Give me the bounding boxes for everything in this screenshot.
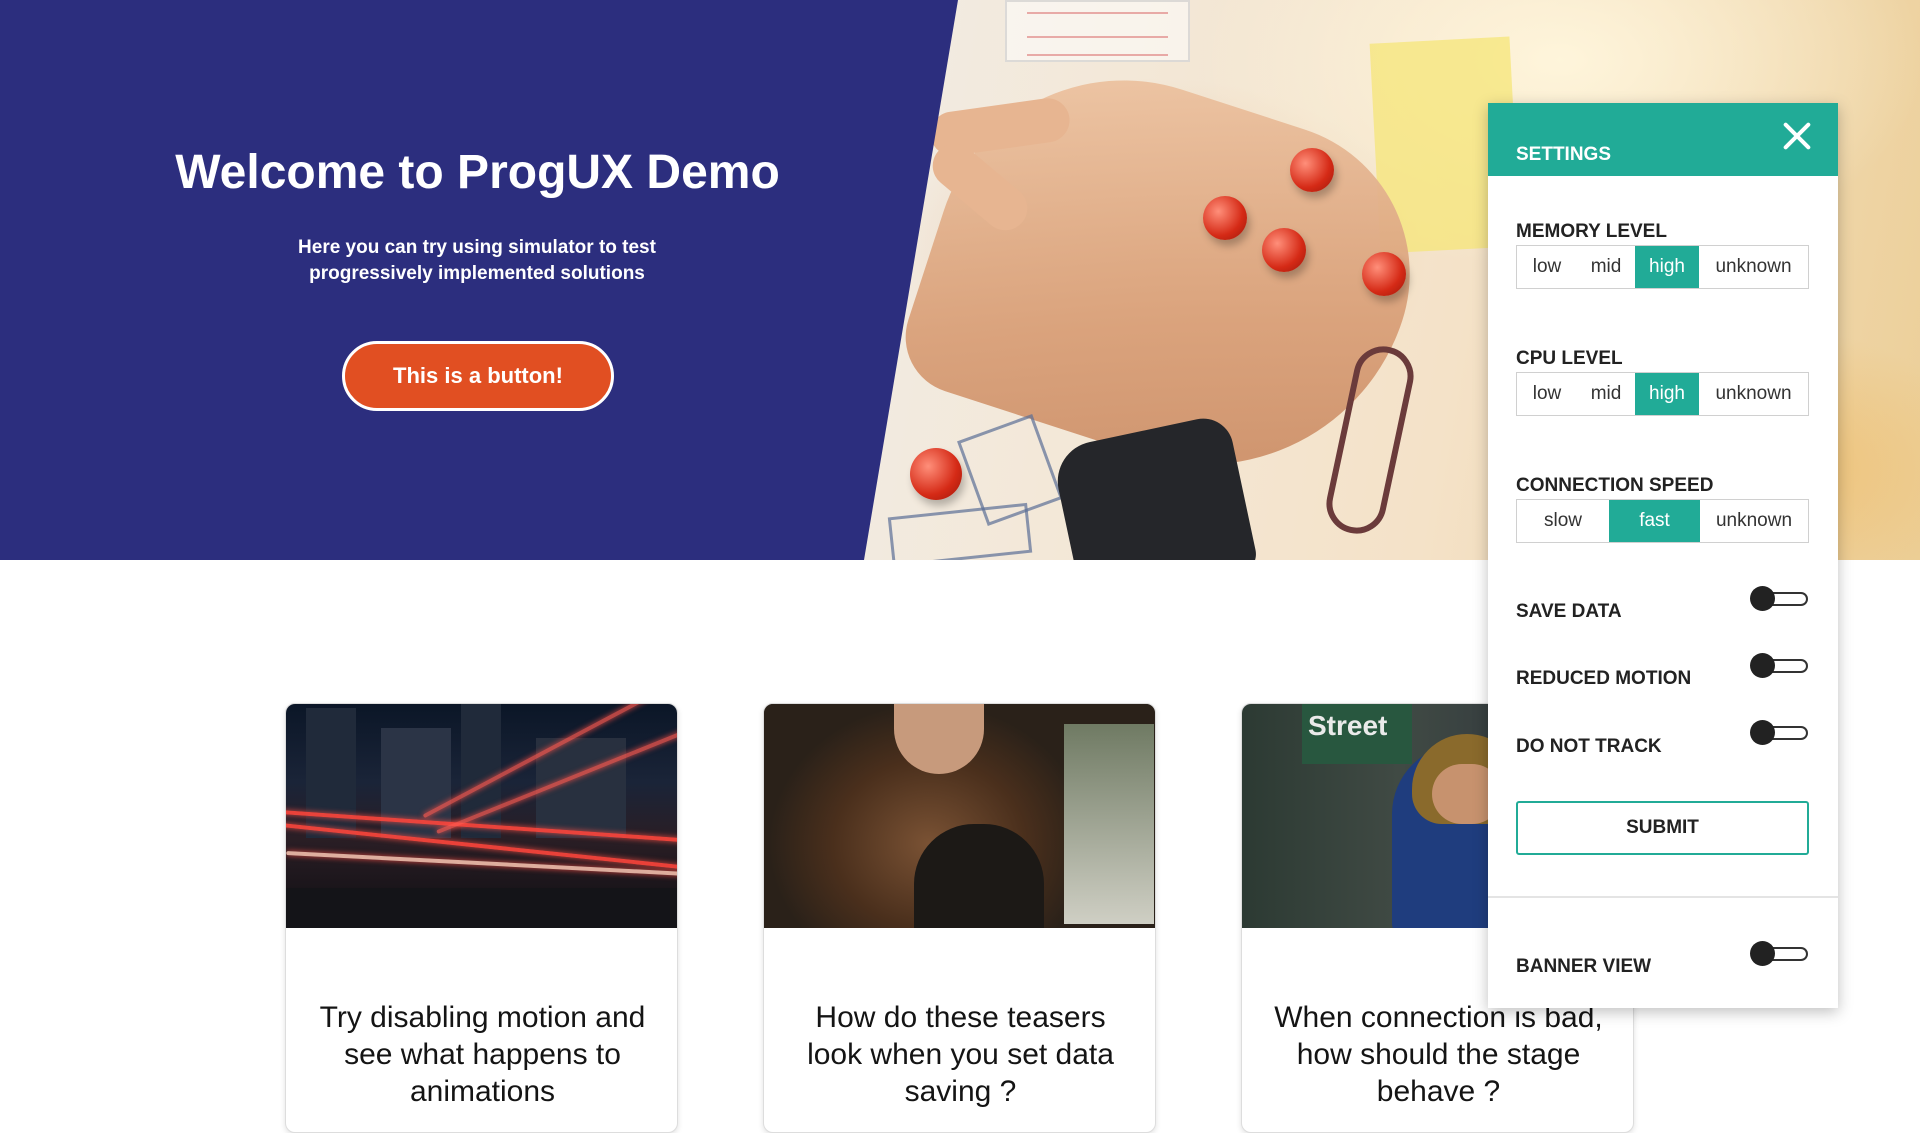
memory-option-unknown[interactable]: unknown bbox=[1699, 246, 1808, 288]
reduced-motion-label: REDUCED MOTION bbox=[1516, 668, 1692, 689]
hero-panel: Welcome to ProgUX Demo Here you can try … bbox=[0, 0, 958, 560]
teaser-card[interactable]: Try disabling motion and see what happen… bbox=[285, 703, 678, 1133]
close-icon[interactable] bbox=[1778, 117, 1816, 155]
red-magnet bbox=[1290, 148, 1334, 192]
memory-level-selector: low mid high unknown bbox=[1516, 245, 1809, 289]
memory-option-high[interactable]: high bbox=[1635, 246, 1699, 288]
hero-cta-button[interactable]: This is a button! bbox=[342, 341, 614, 411]
settings-header: SETTINGS bbox=[1488, 103, 1838, 176]
submit-button[interactable]: SUBMIT bbox=[1516, 801, 1809, 855]
save-data-label: SAVE DATA bbox=[1516, 601, 1622, 622]
cpu-level-label: CPU LEVEL bbox=[1516, 348, 1623, 369]
cpu-level-selector: low mid high unknown bbox=[1516, 372, 1809, 416]
card-title: Try disabling motion and see what happen… bbox=[319, 1001, 646, 1108]
banner-view-label: BANNER VIEW bbox=[1516, 956, 1652, 977]
connection-option-fast[interactable]: fast bbox=[1609, 500, 1700, 542]
red-magnet bbox=[1262, 228, 1306, 272]
hero-title: Welcome to ProgUX Demo bbox=[175, 146, 780, 199]
banner-view-toggle[interactable] bbox=[1750, 940, 1810, 966]
card-title: When connection is bad, how should the s… bbox=[1274, 1001, 1603, 1108]
cpu-option-mid[interactable]: mid bbox=[1577, 373, 1635, 415]
card-title: How do these teasers look when you set d… bbox=[807, 1001, 1114, 1108]
memory-option-mid[interactable]: mid bbox=[1577, 246, 1635, 288]
sketch-box bbox=[887, 502, 1033, 560]
save-data-toggle[interactable] bbox=[1750, 585, 1810, 611]
reduced-motion-toggle[interactable] bbox=[1750, 652, 1810, 678]
connection-option-unknown[interactable]: unknown bbox=[1700, 500, 1808, 542]
connection-speed-selector: slow fast unknown bbox=[1516, 499, 1809, 543]
do-not-track-label: DO NOT TRACK bbox=[1516, 736, 1662, 757]
memory-option-low[interactable]: low bbox=[1517, 246, 1577, 288]
hero-subtitle: Here you can try using simulator to test… bbox=[298, 237, 656, 284]
settings-title: SETTINGS bbox=[1516, 144, 1612, 165]
settings-panel: SETTINGS MEMORY LEVEL low mid high unkno… bbox=[1488, 103, 1838, 1008]
whiteboard-note bbox=[1005, 0, 1190, 62]
cpu-option-low[interactable]: low bbox=[1517, 373, 1577, 415]
do-not-track-toggle[interactable] bbox=[1750, 719, 1810, 745]
divider bbox=[1488, 896, 1838, 898]
memory-level-label: MEMORY LEVEL bbox=[1516, 221, 1667, 242]
red-magnet bbox=[910, 448, 962, 500]
curly-hair-woman-photo bbox=[764, 704, 1155, 928]
connection-speed-label: CONNECTION SPEED bbox=[1516, 475, 1714, 496]
city-light-trails-photo bbox=[286, 704, 677, 928]
cpu-option-high[interactable]: high bbox=[1635, 373, 1699, 415]
teaser-card[interactable]: How do these teasers look when you set d… bbox=[763, 703, 1156, 1133]
connection-option-slow[interactable]: slow bbox=[1517, 500, 1609, 542]
red-magnet bbox=[1362, 252, 1406, 296]
cpu-option-unknown[interactable]: unknown bbox=[1699, 373, 1808, 415]
red-magnet bbox=[1203, 196, 1247, 240]
